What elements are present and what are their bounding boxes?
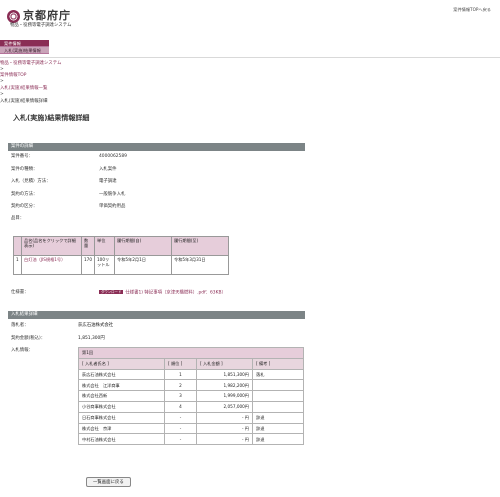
bid-remark: 辞退 xyxy=(252,433,304,446)
table-row: 株式会社西新 3 1,999,000円 xyxy=(78,390,304,402)
breadcrumb-item-case-top[interactable]: 案件情報TOP xyxy=(0,73,26,79)
bid-remark xyxy=(252,390,304,402)
section-header-case: 案件の詳細 xyxy=(8,143,305,151)
breadcrumb-separator: > xyxy=(0,67,4,72)
bids-round-row: 第1回 xyxy=(78,347,304,359)
bid-method-value: 電子調達 xyxy=(99,179,117,184)
bid-amount: - 円 xyxy=(196,433,253,446)
col-rank: [ 順位 ] xyxy=(164,357,197,370)
back-to-list-button[interactable]: 一覧画面に戻る xyxy=(86,477,131,487)
item-period-from: 令和5年2月1日 xyxy=(114,255,172,275)
bidder-name: 荻広石油株式会社 xyxy=(78,368,165,381)
bidder-name: 株式会社 江洋商事 xyxy=(78,379,165,392)
bidder-rank: 2 xyxy=(164,379,197,392)
col-bidder-name: [ 入札者氏名 ] xyxy=(78,357,165,370)
bid-remark: 辞退 xyxy=(252,411,304,424)
bids-table: 第1回 [ 入札者氏名 ] [ 順位 ] [ 入札金額 ] [ 備考 ] 荻広石… xyxy=(78,347,304,446)
items-label: 品目： xyxy=(11,216,25,221)
bidder-rank: - xyxy=(164,433,197,446)
case-number-label: 案件番号： xyxy=(11,154,33,159)
spec-download[interactable]: ダウンロード 仕様書1) 特記事項（京津天橋燃料）.pdf：63KB） xyxy=(99,290,226,296)
items-table-header: 品名(品名をクリックで詳細表示) 数量 単位 履行期間(自) 履行期間(至) xyxy=(13,236,229,256)
bid-remark xyxy=(252,379,304,392)
winner-label: 落札者： xyxy=(11,323,29,328)
row-number: 1 xyxy=(13,255,22,275)
bid-amount: - 円 xyxy=(196,411,253,424)
bidder-name: 株式会社 京津 xyxy=(78,422,165,435)
breadcrumb-separator: > xyxy=(0,92,4,97)
bidder-rank: 1 xyxy=(164,368,197,381)
table-row: 株式会社 京津 - - 円 辞退 xyxy=(78,422,304,435)
table-row: 1 白灯油（JIS規格1号） 170 100リットル 令和5年2月1日 令和5年… xyxy=(13,255,229,275)
bids-round: 第1回 xyxy=(78,347,304,359)
breadcrumb-item-result-list[interactable]: 入札(実施)結果情報一覧 xyxy=(0,86,47,92)
item-name-link[interactable]: 白灯油（JIS規格1号） xyxy=(21,255,82,275)
table-row: 小谷商事株式会社 4 2,057,000円 xyxy=(78,400,304,413)
table-row: 中村石油株式会社 - - 円 辞退 xyxy=(78,433,304,446)
system-subtitle: 物品・役務等電子調達システム xyxy=(10,23,72,28)
breadcrumb-current: 入札(実施)結果情報詳細 xyxy=(0,99,48,104)
contract-type-value: 単価契約用品 xyxy=(99,204,126,209)
table-row: 日石商事株式会社 - - 円 辞退 xyxy=(78,411,304,424)
bid-remark xyxy=(252,400,304,413)
bidder-rank: - xyxy=(164,422,197,435)
bid-amount: 2,057,000円 xyxy=(196,400,253,413)
items-table: 品名(品名をクリックで詳細表示) 数量 単位 履行期間(自) 履行期間(至) 1… xyxy=(13,236,229,275)
breadcrumb-item-system[interactable]: 物品・役務等電子調達システム xyxy=(0,61,61,67)
case-type-value: 入札案件 xyxy=(99,167,117,172)
item-quantity: 170 xyxy=(81,255,95,275)
col-item-name: 品名(品名をクリックで詳細表示) xyxy=(21,236,82,256)
case-number-value: 4000062589 xyxy=(99,154,127,159)
item-period-to: 令和5年3月31日 xyxy=(171,255,229,275)
bids-table-header: [ 入札者氏名 ] [ 順位 ] [ 入札金額 ] [ 備考 ] xyxy=(78,357,304,370)
col-bid-amount: [ 入札金額 ] xyxy=(196,357,253,370)
download-badge[interactable]: ダウンロード xyxy=(99,290,124,295)
page-title: 入札(実施)結果情報詳細 xyxy=(13,114,90,122)
bid-remark: 辞退 xyxy=(252,422,304,435)
spec-file-link[interactable]: 仕様書1) 特記事項（京津天橋燃料）.pdf：63KB） xyxy=(125,291,226,296)
bidder-name: 小谷商事株式会社 xyxy=(78,400,165,413)
bid-amount: 1,982,200円 xyxy=(196,379,253,392)
contract-amount-label: 契約金額(税込)： xyxy=(11,336,46,341)
table-row: 株式会社 江洋商事 2 1,982,200円 xyxy=(78,379,304,392)
col-unit: 単位 xyxy=(94,236,115,256)
header-divider xyxy=(0,57,500,58)
col-period-from: 履行期間(自) xyxy=(114,236,172,256)
bid-amount: 1,999,000円 xyxy=(196,390,253,402)
bidder-name: 日石商事株式会社 xyxy=(78,411,165,424)
spec-label: 仕様書： xyxy=(11,290,29,295)
bidder-name: 中村石油株式会社 xyxy=(78,433,165,446)
logo-text: 京都府庁 xyxy=(23,9,71,23)
contract-method-value: 一般競争入札 xyxy=(99,192,126,197)
bidder-rank: - xyxy=(164,411,197,424)
bidder-rank: 3 xyxy=(164,390,197,402)
bidder-name: 株式会社西新 xyxy=(78,390,165,402)
bid-remark: 落札 xyxy=(252,368,304,381)
col-period-to: 履行期間(至) xyxy=(171,236,229,256)
contract-method-label: 契約の方法： xyxy=(11,192,38,197)
nav-item-case-info[interactable]: 案件情報 xyxy=(0,40,49,47)
col-remarks: [ 備考 ] xyxy=(252,357,304,370)
nav-item-bid-results[interactable]: 入札(実施)結果情報 xyxy=(0,47,49,54)
contract-type-label: 契約の区分： xyxy=(11,204,38,209)
breadcrumb-separator: > xyxy=(0,79,4,84)
bid-info-label: 入札情報： xyxy=(11,348,33,353)
col-quantity: 数量 xyxy=(81,236,95,256)
contract-amount-value: 1,851,300円 xyxy=(78,336,105,341)
crest-icon xyxy=(7,9,20,23)
case-type-label: 案件の種類： xyxy=(11,167,38,172)
item-unit: 100リットル xyxy=(94,255,115,275)
top-link[interactable]: 案件情報TOPへ戻る xyxy=(453,7,491,12)
table-row: 荻広石油株式会社 1 1,851,300円 落札 xyxy=(78,368,304,381)
side-nav: 案件情報 入札(実施)結果情報 xyxy=(0,40,49,54)
bid-method-label: 入札（見積）方法： xyxy=(11,179,51,184)
bid-amount: 1,851,300円 xyxy=(196,368,253,381)
bidder-rank: 4 xyxy=(164,400,197,413)
section-header-result: 入札結果詳細 xyxy=(8,311,305,319)
bid-amount: - 円 xyxy=(196,422,253,435)
winner-value: 荻広石油株式会社 xyxy=(78,323,114,328)
